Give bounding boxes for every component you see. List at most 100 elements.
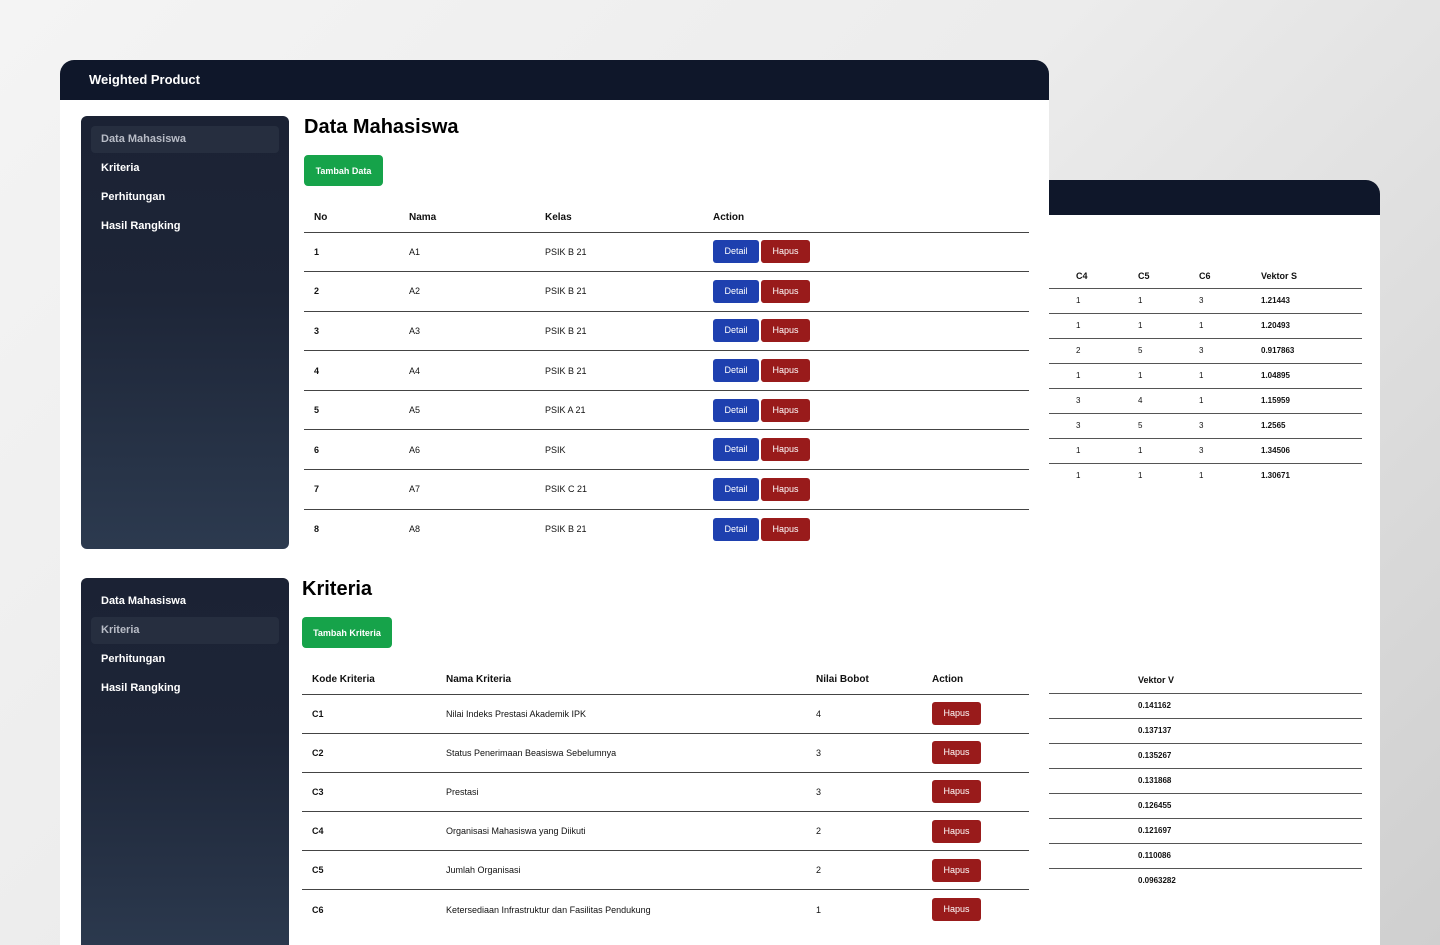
cell-no: 5 [304,390,399,431]
cell-kode: C3 [302,772,436,813]
detail-button[interactable]: Detail [713,240,759,264]
column-header-kelas: Kelas [535,204,703,233]
cell-kode: C1 [302,694,436,734]
criteria-value: 2 [1048,338,1110,364]
hapus-button[interactable]: Hapus [761,279,810,303]
sidebar-item-perhitungan[interactable]: Perhitungan [91,184,279,211]
table-row: 3 5 3 1.2565 [1048,413,1362,439]
cell-nama-kriteria: Jumlah Organisasi [436,850,806,891]
hapus-button[interactable]: Hapus [761,438,810,462]
hapus-button[interactable]: Hapus [932,819,981,843]
table-row: 0.137137 [1048,718,1362,744]
vektor-s-value: 1.04895 [1233,363,1362,389]
hapus-button[interactable]: Hapus [932,858,981,882]
cell-no: 2 [304,271,399,312]
hapus-button[interactable]: Hapus [761,319,810,343]
vektor-s-column-header: C4 [1048,264,1110,289]
detail-button[interactable]: Detail [713,319,759,343]
vektor-v-value: 0.141162 [1048,693,1362,719]
cell-no: 8 [314,524,320,535]
cell-kelas: PSIK B 21 [535,271,703,312]
cell-kode: C6 [312,904,324,915]
sidebar-item-kriteria[interactable]: Kriteria [91,155,279,182]
cell-action: Detail Hapus [703,311,1029,352]
cell-action: Detail Hapus [703,509,1029,549]
table-row: 4 A4 PSIK B 21 Detail Hapus [304,350,1029,391]
hapus-button[interactable]: Hapus [932,780,981,804]
table-row: 0.121697 [1048,818,1362,844]
vektor-s-column-header: C6 [1171,264,1233,289]
detail-button[interactable]: Detail [713,398,759,422]
vektor-s-value: 1.2565 [1233,413,1362,439]
cell-nama: A6 [399,429,535,471]
criteria-value: 3 [1048,413,1110,439]
vektor-v-value: 0.0963282 [1138,876,1176,886]
vektor-v-table: Vektor V 0.141162 0.137137 0.135267 0.13186… [1048,668,1362,893]
table-row: 1 1 1 1.30671 [1048,463,1362,488]
vektor-s-value: 1.20493 [1233,313,1362,339]
cell-nama: A1 [399,232,535,273]
column-header-no: No [304,204,399,233]
sidebar-item-data-mahasiswa[interactable]: Data Mahasiswa [91,126,279,153]
cell-no: 7 [304,469,399,510]
cell-action: Hapus [922,694,1029,734]
vektor-v-header: Vektor V [1048,668,1362,694]
hapus-button[interactable]: Hapus [932,741,981,765]
cell-bobot: 3 [806,772,922,813]
sidebar-data-mahasiswa-view: Data Mahasiswa Kriteria Perhitungan Hasi… [81,116,289,549]
hapus-button[interactable]: Hapus [761,477,810,501]
column-header-nama-kriteria: Nama Kriteria [436,666,806,695]
cell-kelas: PSIK B 21 [535,232,703,273]
sidebar-item-data-mahasiswa[interactable]: Data Mahasiswa [91,588,279,615]
cell-action: Detail Hapus [703,232,1029,273]
cell-nama: A7 [399,469,535,510]
cell-no: 4 [304,350,399,391]
vektor-v-value: 0.135267 [1048,743,1362,769]
cell-action: Detail Hapus [703,429,1029,471]
vektor-v-value: 0.131868 [1048,768,1362,794]
app-title: Weighted Product [60,60,1049,100]
table-row: 6 A6 PSIK Detail Hapus [304,429,1029,471]
criteria-value: 1 [1171,363,1233,389]
table-row: 1 A1 PSIK B 21 Detail Hapus [304,232,1029,273]
sidebar-item-hasil-rangking[interactable]: Hasil Rangking [91,675,279,702]
cell-no: 1 [304,232,399,273]
criteria-value: 3 [1171,438,1233,464]
hapus-button[interactable]: Hapus [932,898,981,922]
criteria-value: 1 [1199,471,1204,481]
detail-button[interactable]: Detail [713,279,759,303]
cell-kelas: PSIK C 21 [535,469,703,510]
sidebar-item-perhitungan[interactable]: Perhitungan [91,646,279,673]
hapus-button[interactable]: Hapus [761,240,810,264]
hapus-button[interactable]: Hapus [761,359,810,383]
cell-nama: A8 [409,524,421,535]
detail-button[interactable]: Detail [713,517,759,541]
table-row: C3 Prestasi 3 Hapus [302,772,1029,813]
cell-kelas: PSIK [535,429,703,471]
cell-nama: A2 [399,271,535,312]
cell-nama-kriteria: Prestasi [436,772,806,813]
hapus-button[interactable]: Hapus [761,517,810,541]
page-title-kriteria: Kriteria [302,578,373,600]
cell-action: Detail Hapus [703,350,1029,391]
hapus-button[interactable]: Hapus [761,398,810,422]
cell-bobot: 3 [806,733,922,773]
criteria-value: 1 [1048,288,1110,314]
table-row: 1 1 3 1.21443 [1048,288,1362,314]
main-window: Weighted Product Data Mahasiswa Kriteria… [60,60,1049,945]
detail-button[interactable]: Detail [713,359,759,383]
detail-button[interactable]: Detail [713,438,759,462]
vektor-s-table: C4 C5 C6 Vektor S 1 1 3 1.21443 1 1 1 1.20493 2 5 3 0.… [1048,264,1362,488]
table-row: 0.135267 [1048,743,1362,769]
table-row: 1 1 3 1.34506 [1048,438,1362,464]
tambah-data-button[interactable]: Tambah Data [304,155,383,186]
criteria-value: 1 [1110,438,1171,464]
sidebar-item-hasil-rangking[interactable]: Hasil Rangking [91,213,279,240]
tambah-kriteria-button[interactable]: Tambah Kriteria [302,617,392,648]
sidebar-item-kriteria[interactable]: Kriteria [91,617,279,644]
back-window-topbar [1000,180,1380,215]
hapus-button[interactable]: Hapus [932,702,981,726]
table-row: 1 1 1 1.20493 [1048,313,1362,339]
detail-button[interactable]: Detail [713,477,759,501]
vektor-s-value: 1.34506 [1233,438,1362,464]
